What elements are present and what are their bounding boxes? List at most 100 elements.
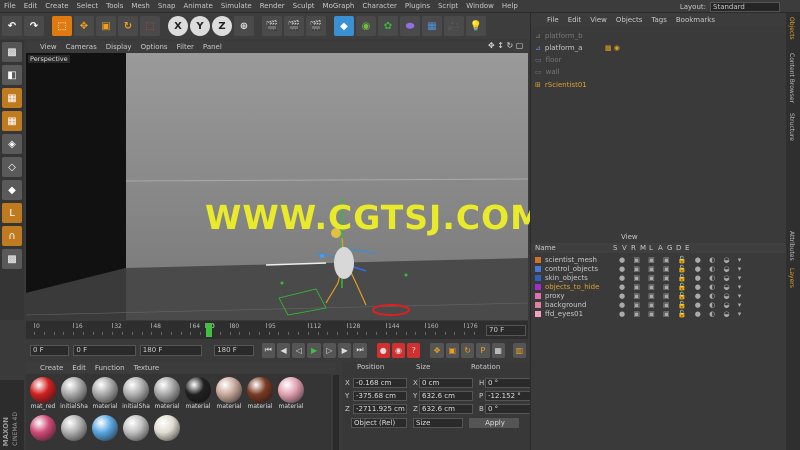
object-menu-view[interactable]: View [590, 16, 607, 24]
material-swatch[interactable]: mat_red [28, 376, 58, 412]
material-swatch[interactable] [152, 414, 182, 450]
menu-select[interactable]: Select [77, 2, 99, 10]
go-to-end-icon[interactable]: ⏭ [353, 342, 367, 358]
menu-file[interactable]: File [4, 2, 16, 10]
size-z-field[interactable]: 632.6 cm [419, 403, 473, 414]
layer-row[interactable]: objects_to_hide ● ▣ ▣ ▣ 🔓 ● ◐ ◒ ▾ [535, 282, 744, 291]
menu-animate[interactable]: Animate [183, 2, 212, 10]
deformer-icon[interactable]: ⬬ [400, 16, 420, 36]
layer-toggles[interactable]: ● ▣ ▣ ▣ 🔓 ● ◐ ◒ ▾ [619, 283, 744, 291]
menu-render[interactable]: Render [260, 2, 285, 10]
menu-plugins[interactable]: Plugins [405, 2, 430, 10]
material-swatch[interactable]: initialSha [121, 376, 151, 412]
position-z-field[interactable]: -2711.925 cm [353, 403, 407, 414]
object-row[interactable]: ⊿ platform_b [535, 30, 605, 41]
rotation-p-field[interactable]: -12.152 ° [485, 390, 531, 401]
render-view-icon[interactable]: 🎬 [262, 16, 282, 36]
layer-row[interactable]: scientist_mesh ● ▣ ▣ ▣ 🔓 ● ◐ ◒ ▾ [535, 255, 744, 264]
menu-script[interactable]: Script [438, 2, 458, 10]
menu-tools[interactable]: Tools [106, 2, 123, 10]
material-menu-function[interactable]: Function [95, 364, 125, 372]
layer-row[interactable]: control_objects ● ▣ ▣ ▣ 🔓 ● ◐ ◒ ▾ [535, 264, 744, 273]
rotation-h-field[interactable]: 0 ° [485, 377, 531, 388]
layer-toggles[interactable]: ● ▣ ▣ ▣ 🔓 ● ◐ ◒ ▾ [619, 274, 744, 282]
menu-snap[interactable]: Snap [158, 2, 176, 10]
go-to-start-icon[interactable]: ⏮ [261, 342, 275, 358]
material-swatch[interactable]: material [214, 376, 244, 412]
key-rotation-icon[interactable]: ↻ [460, 342, 475, 358]
autokey-icon[interactable]: ◉ [391, 342, 406, 358]
object-menu-edit[interactable]: Edit [568, 16, 582, 24]
layer-toggles[interactable]: ● ▣ ▣ ▣ 🔓 ● ◐ ◒ ▾ [619, 265, 744, 273]
key-pla-icon[interactable]: ▦ [491, 342, 505, 358]
viewport-menu-filter[interactable]: Filter [177, 43, 194, 51]
snap-icon[interactable]: ∩ [2, 226, 22, 246]
material-swatch[interactable] [59, 414, 89, 450]
coord-mode-dropdown[interactable]: Object (Rel) [351, 417, 407, 428]
make-editable-icon[interactable]: ▩ [2, 42, 22, 62]
viewport-menu-display[interactable]: Display [106, 43, 132, 51]
polygons-mode-icon[interactable]: ◆ [2, 180, 22, 200]
material-swatch[interactable]: material [152, 376, 182, 412]
material-swatch[interactable] [28, 414, 58, 450]
key-position-icon[interactable]: ✥ [430, 342, 444, 358]
playhead[interactable] [206, 323, 212, 337]
record-icon[interactable]: ● [376, 342, 390, 358]
light-icon[interactable]: 💡 [466, 16, 486, 36]
array-icon[interactable]: ✿ [378, 16, 398, 36]
y-axis-icon[interactable]: Y [190, 16, 210, 36]
scale-icon[interactable]: ▣ [96, 16, 116, 36]
object-row[interactable]: ▭ wall [535, 66, 606, 77]
subdivision-icon[interactable]: ◉ [356, 16, 376, 36]
current-frame-field[interactable]: 70 F [486, 325, 526, 336]
play-icon[interactable]: ▶ [307, 342, 321, 358]
material-swatch[interactable] [121, 414, 151, 450]
viewport-menu-panel[interactable]: Panel [203, 43, 222, 51]
workplane-icon[interactable]: ▦ [2, 111, 22, 131]
material-swatch[interactable]: material [183, 376, 213, 412]
points-mode-icon[interactable]: ◈ [2, 134, 22, 154]
object-row[interactable]: ⊞ rScientist01 [535, 79, 605, 90]
layer-row[interactable]: background ● ▣ ▣ ▣ 🔓 ● ◐ ◒ ▾ [535, 300, 744, 309]
undo-icon[interactable]: ↶ [2, 16, 22, 36]
layer-toggles[interactable]: ● ▣ ▣ ▣ 🔓 ● ◐ ◒ ▾ [619, 310, 744, 318]
object-menu-file[interactable]: File [547, 16, 559, 24]
start-frame-field[interactable]: 0 F [30, 344, 70, 356]
material-menu-edit[interactable]: Edit [72, 364, 86, 372]
material-menu-create[interactable]: Create [40, 364, 63, 372]
tab-content-browser[interactable]: Content Browser [788, 53, 795, 103]
size-x-field[interactable]: 0 cm [419, 377, 473, 388]
material-swatch[interactable]: material [90, 376, 120, 412]
viewport-nav-icons[interactable]: ✥ ↕ ↻ ▢ [488, 41, 523, 50]
layout-dropdown[interactable]: Standard [710, 1, 780, 12]
timeline-ruler[interactable]: 016324864708095112128144160176 70 F [26, 321, 528, 339]
layer-row[interactable]: skin_objects ● ▣ ▣ ▣ 🔓 ● ◐ ◒ ▾ [535, 273, 744, 282]
menu-character[interactable]: Character [362, 2, 397, 10]
object-menu-objects[interactable]: Objects [616, 16, 642, 24]
tab-layers[interactable]: Layers [788, 268, 795, 288]
layer-row[interactable]: ffd_eyes01 ● ▣ ▣ ▣ 🔓 ● ◐ ◒ ▾ [535, 309, 744, 318]
size-y-field[interactable]: 632.6 cm [419, 390, 473, 401]
menu-edit[interactable]: Edit [24, 2, 38, 10]
tab-objects[interactable]: Objects [788, 17, 795, 40]
camera-icon[interactable]: 🎥 [444, 16, 464, 36]
x-axis-icon[interactable]: X [168, 16, 188, 36]
floor-icon[interactable]: ▦ [422, 16, 442, 36]
menu-mograph[interactable]: MoGraph [323, 2, 355, 10]
prev-frame-icon[interactable]: ◁ [292, 342, 306, 358]
viewport-menu-view[interactable]: View [40, 43, 57, 51]
workplane-grid-icon[interactable]: ▩ [2, 249, 22, 269]
material-scrollbar[interactable] [333, 375, 339, 450]
menu-help[interactable]: Help [502, 2, 518, 10]
menu-mesh[interactable]: Mesh [131, 2, 149, 10]
key-scale-icon[interactable]: ▣ [445, 342, 459, 358]
position-y-field[interactable]: -375.68 cm [353, 390, 407, 401]
layer-row[interactable]: proxy ● ▣ ▣ ▣ 🔓 ● ◐ ◒ ▾ [535, 291, 744, 300]
render-picture-viewer-icon[interactable]: 🎬 [284, 16, 304, 36]
viewport[interactable]: Perspective [26, 53, 528, 320]
object-menu-bookmarks[interactable]: Bookmarks [676, 16, 715, 24]
object-row[interactable]: ⊿ platform_a ▩ ◉ [535, 42, 620, 53]
layer-view-menu[interactable]: View [621, 233, 638, 241]
model-mode-icon[interactable]: ◧ [2, 65, 22, 85]
key-parameter-icon[interactable]: P [476, 342, 490, 358]
